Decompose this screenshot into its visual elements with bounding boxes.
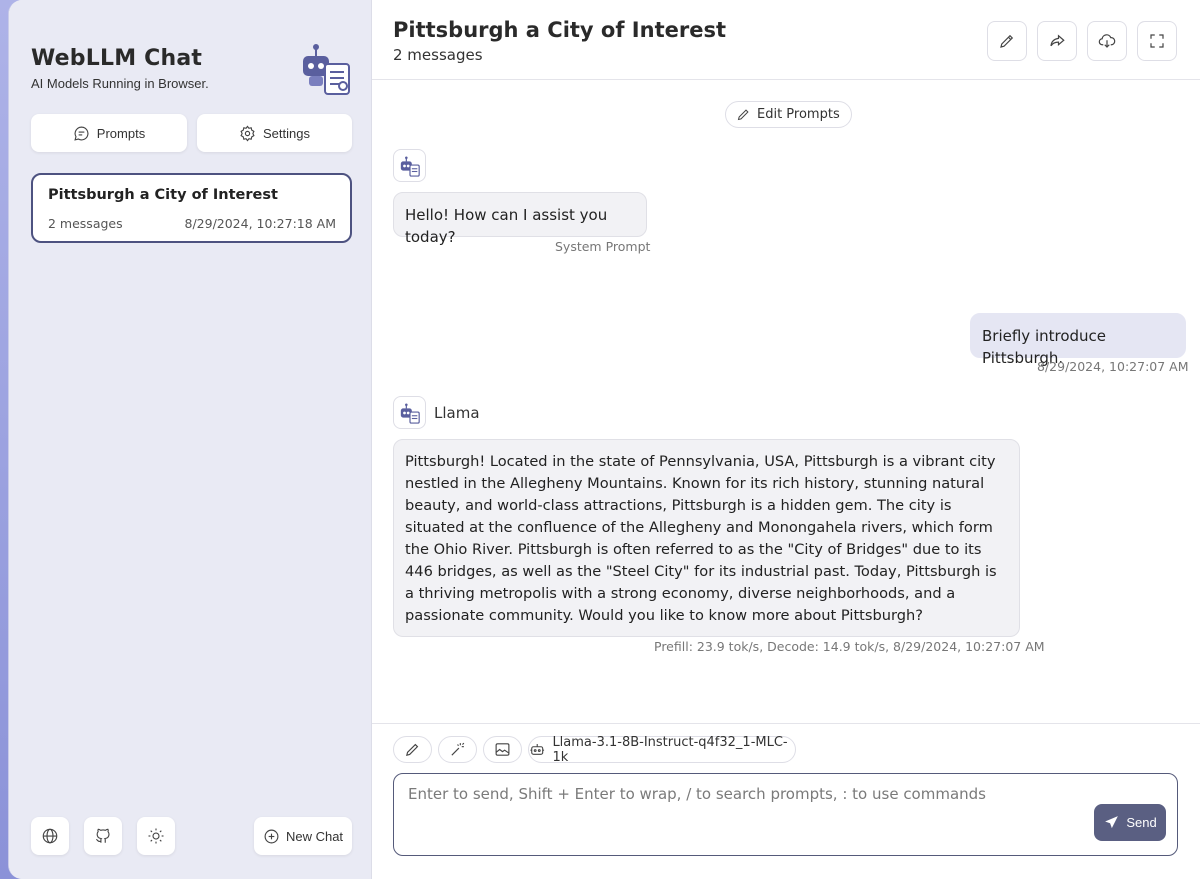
magic-tool-button[interactable] — [438, 736, 477, 763]
chat-item-time: 8/29/2024, 10:27:18 AM — [184, 216, 337, 231]
theme-toggle-button[interactable] — [137, 817, 175, 855]
edit-tool-button[interactable] — [393, 736, 432, 763]
edit-prompts-button[interactable]: Edit Prompts — [725, 101, 852, 128]
new-chat-button[interactable]: New Chat — [254, 817, 352, 855]
settings-button[interactable]: Settings — [197, 114, 352, 152]
chat-header: Pittsburgh a City of Interest 2 messages — [372, 0, 1200, 80]
model-label: Llama-3.1-8B-Instruct-q4f32_1-MLC-1k — [552, 734, 788, 765]
pencil-icon — [737, 109, 749, 121]
input-area: Llama-3.1-8B-Instruct-q4f32_1-MLC-1k Sen… — [372, 723, 1200, 879]
prompts-label: Prompts — [96, 125, 146, 141]
gear-icon — [240, 124, 255, 142]
robot-icon — [400, 155, 420, 177]
prompts-button[interactable]: Prompts — [31, 114, 187, 152]
model-select-button[interactable]: Llama-3.1-8B-Instruct-q4f32_1-MLC-1k — [528, 734, 796, 765]
system-message-meta: System Prompt — [555, 239, 651, 254]
app-window: WebLLM Chat AI Models Running in Browser… — [8, 0, 1200, 879]
chat-title: Pittsburgh a City of Interest — [393, 18, 726, 42]
send-icon — [1105, 816, 1119, 829]
fullscreen-icon — [1150, 34, 1164, 48]
robot-icon — [530, 744, 545, 755]
user-message-time: 8/29/2024, 10:27:07 AM — [1037, 359, 1189, 374]
fullscreen-button[interactable] — [1137, 21, 1177, 61]
app-title: WebLLM Chat — [31, 46, 203, 71]
image-tool-button[interactable] — [483, 736, 522, 763]
github-button[interactable] — [84, 817, 122, 855]
chat-main: Pittsburgh a City of Interest 2 messages — [372, 0, 1200, 879]
download-button[interactable] — [1087, 21, 1127, 61]
system-message-bubble: Hello! How can I assist you today? — [393, 192, 647, 246]
share-icon — [1050, 34, 1065, 47]
edit-icon — [1000, 34, 1014, 48]
edit-prompts-label: Edit Prompts — [757, 107, 840, 122]
download-icon — [1098, 34, 1116, 48]
chat-item-title: Pittsburgh a City of Interest — [48, 187, 278, 203]
send-button[interactable]: Send — [1094, 804, 1166, 841]
settings-label: Settings — [263, 125, 310, 141]
new-chat-label: New Chat — [285, 828, 344, 844]
app-subtitle: AI Models Running in Browser. — [31, 76, 209, 91]
chat-message-count: 2 messages — [393, 46, 483, 64]
chat-item-count: 2 messages — [48, 216, 123, 231]
chat-bubble-icon — [74, 126, 89, 141]
plus-circle-icon — [264, 829, 279, 843]
sun-icon — [148, 828, 164, 844]
user-message-bubble: Briefly introduce Pittsburgh. — [970, 313, 1186, 367]
assistant-name: Llama — [434, 404, 480, 422]
assistant-message-bubble: Pittsburgh! Located in the state of Penn… — [393, 439, 1020, 637]
assistant-message-meta: Prefill: 23.9 tok/s, Decode: 14.9 tok/s,… — [654, 639, 1045, 654]
sidebar: WebLLM Chat AI Models Running in Browser… — [9, 0, 372, 879]
rename-chat-button[interactable] — [987, 21, 1027, 61]
pencil-icon — [406, 743, 419, 756]
send-label: Send — [1126, 815, 1157, 830]
chat-list-item[interactable]: Pittsburgh a City of Interest 2 messages… — [31, 173, 352, 243]
message-input[interactable] — [393, 773, 1178, 856]
magic-wand-icon — [451, 742, 465, 756]
globe-icon — [42, 828, 58, 844]
image-icon — [495, 743, 510, 756]
share-button[interactable] — [1037, 21, 1077, 61]
robot-icon — [400, 402, 420, 424]
github-icon — [96, 828, 110, 843]
bot-avatar — [393, 149, 426, 182]
language-button[interactable] — [31, 817, 69, 855]
robot-logo-icon — [303, 44, 350, 95]
llama-avatar — [393, 396, 426, 429]
